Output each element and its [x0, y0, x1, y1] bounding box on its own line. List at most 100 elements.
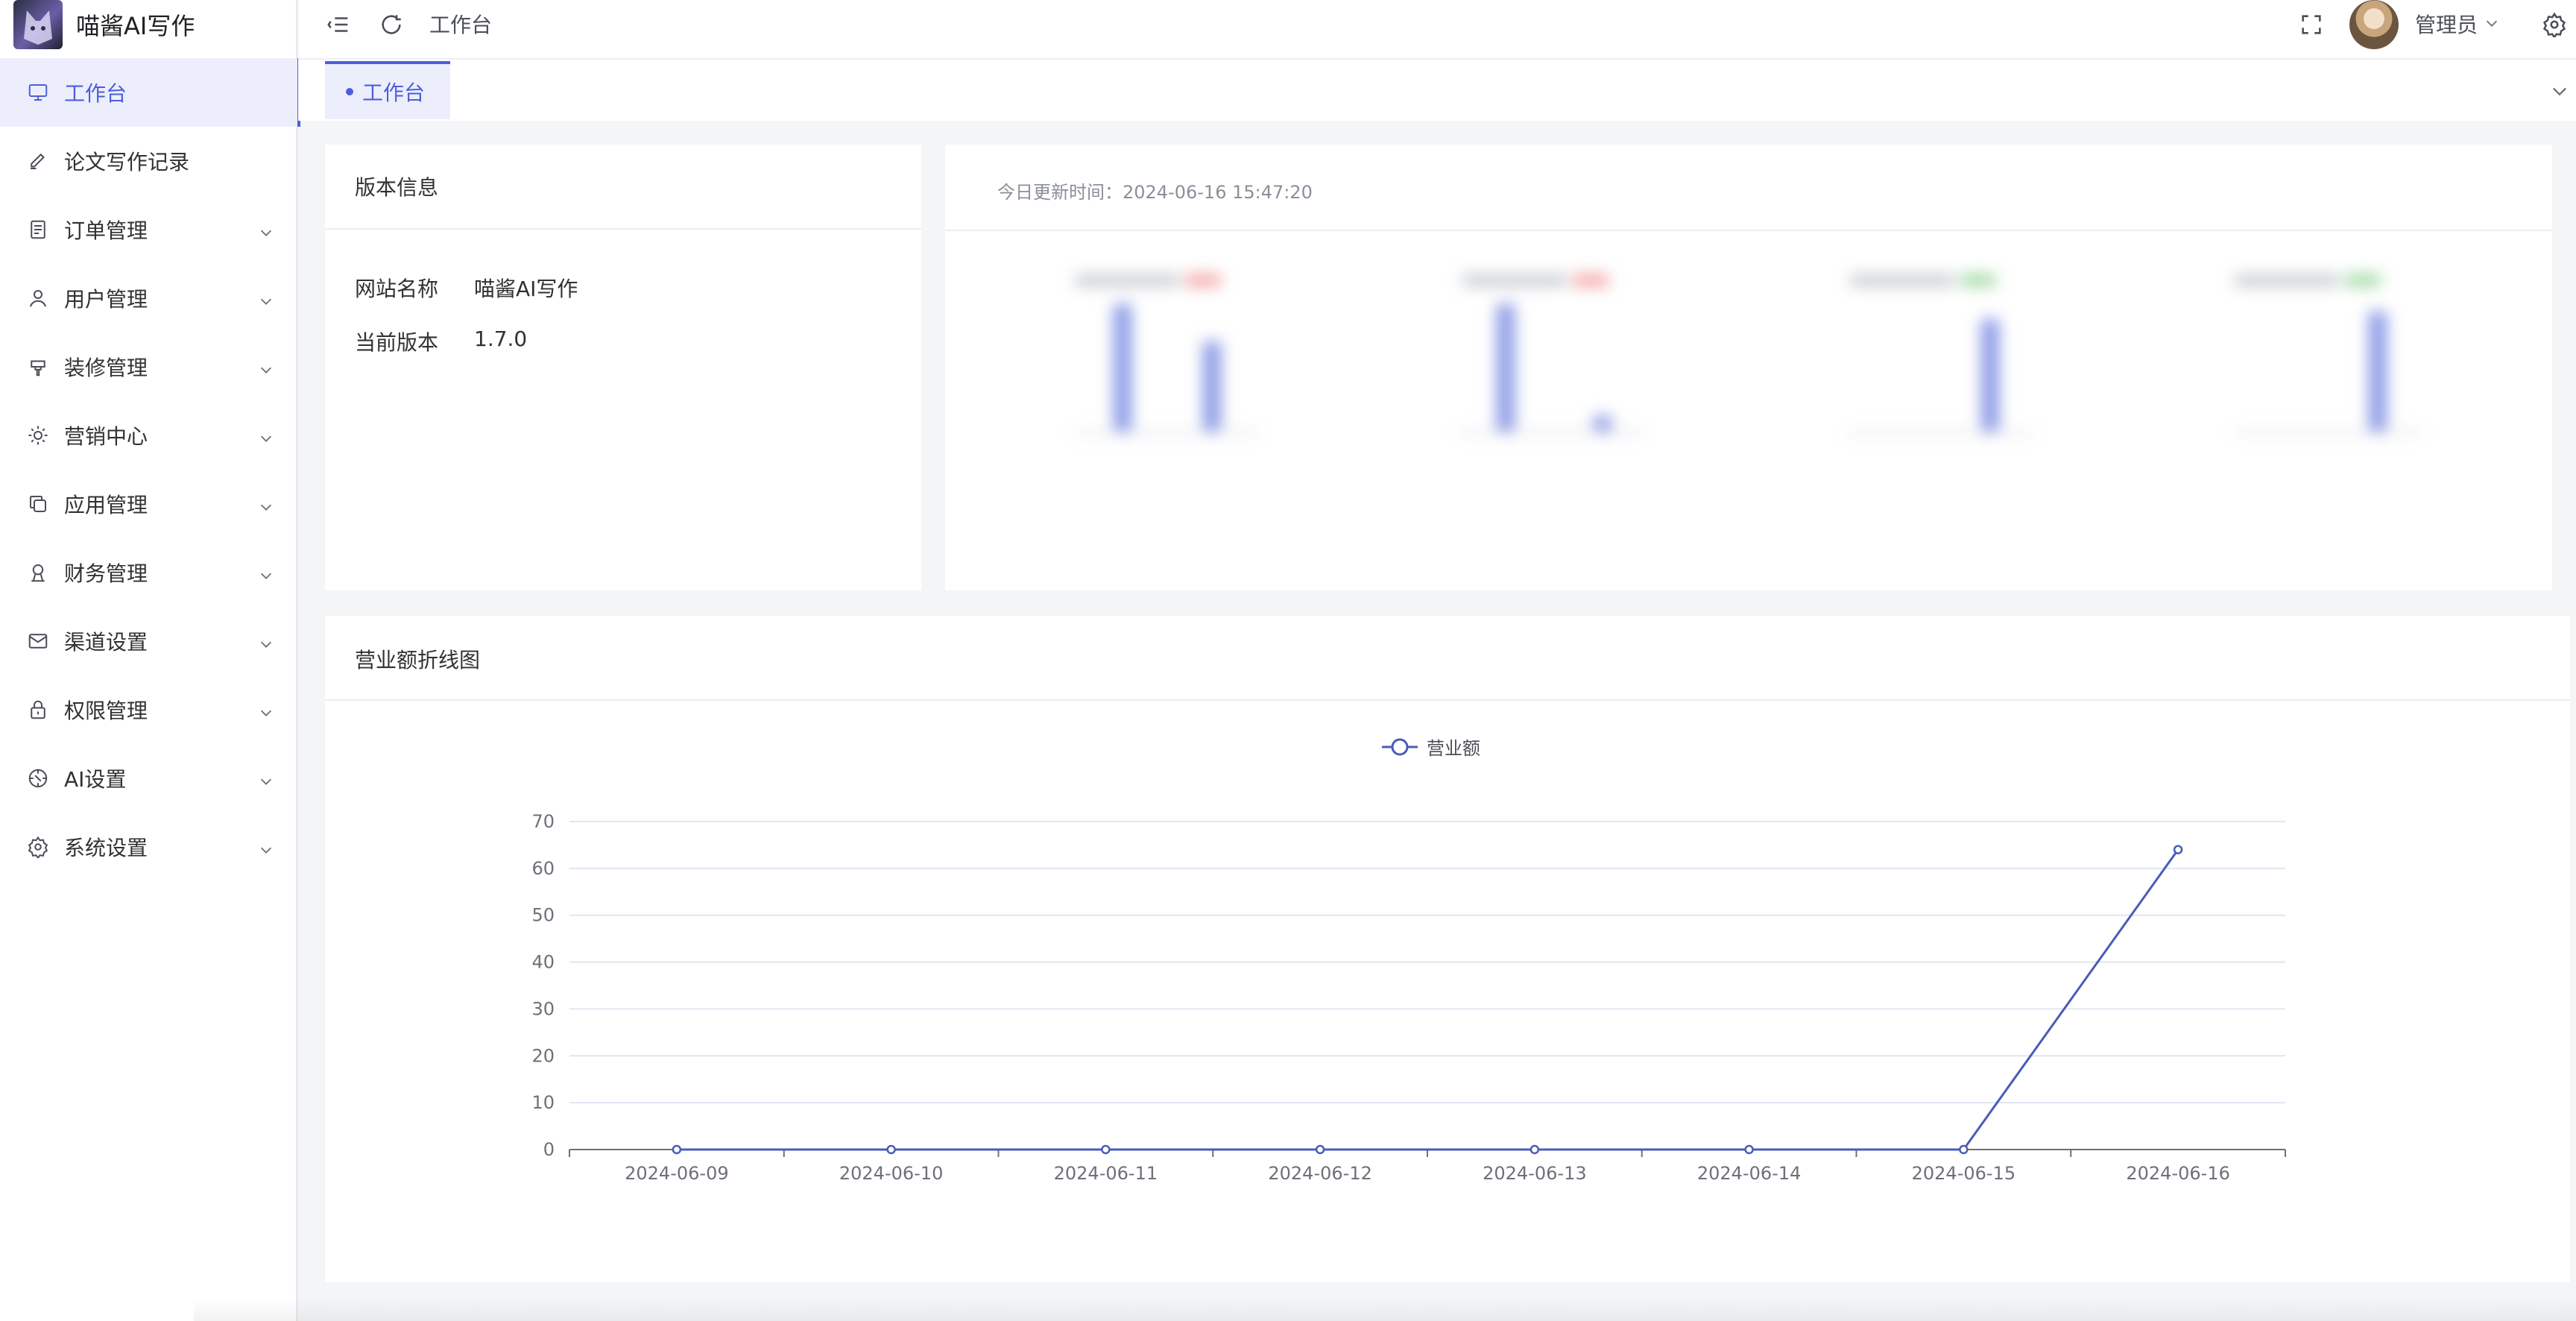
tab-label: 工作台: [362, 81, 426, 105]
blurred-stats: [945, 230, 2552, 505]
blurred-mini-charts: [1072, 274, 2421, 434]
sidebar-item-label: 订单管理: [64, 218, 148, 243]
sidebar-item-10[interactable]: AI设置: [0, 744, 298, 813]
chevron-down-icon: [258, 427, 274, 444]
app-logo: [13, 0, 63, 49]
y-tick-label: 20: [531, 1045, 555, 1066]
document-icon: [27, 218, 49, 241]
fullscreen-icon[interactable]: [2299, 12, 2324, 37]
version-info-card: 版本信息 网站名称 喵酱AI写作 当前版本 1.7.0: [325, 145, 921, 590]
sidebar-item-2[interactable]: 订单管理: [0, 195, 298, 264]
version-value: 1.7.0: [474, 327, 528, 351]
x-tick-label: 2024-06-10: [839, 1163, 943, 1184]
mail-icon: [27, 630, 49, 652]
sidebar-item-label: 财务管理: [64, 561, 148, 586]
sidebar-item-5[interactable]: 营销中心: [0, 401, 298, 470]
top-bar: 工作台 管理员: [298, 0, 2576, 60]
revenue-line-card: 营业额折线图 营业额 0 10 20 30 40 50 60 70 2024-06-09 2024…: [325, 616, 2570, 1282]
x-tick-label: 2024-06-12: [1268, 1163, 1371, 1184]
sidebar-item-1[interactable]: 论文写作记录: [0, 127, 298, 195]
bottom-shadow: [194, 1299, 2576, 1321]
chevron-down-icon: [258, 839, 274, 855]
x-tick-label: 2024-06-09: [625, 1163, 728, 1184]
y-tick-label: 50: [531, 905, 555, 926]
finance-icon: [27, 561, 49, 584]
user-name[interactable]: 管理员: [2415, 9, 2478, 39]
data-point: [2173, 845, 2183, 854]
series-line: [676, 848, 2179, 1151]
sidebar-item-label: 应用管理: [64, 493, 148, 517]
chevron-down-icon: [258, 359, 274, 375]
data-point: [1315, 1144, 1325, 1155]
collapse-menu-icon[interactable]: [326, 12, 352, 37]
sidebar-item-11[interactable]: 系统设置: [0, 813, 298, 881]
sidebar-item-label: 营销中心: [64, 424, 148, 449]
tab-active-dot: [346, 88, 353, 95]
chevron-down-icon: [258, 221, 274, 238]
chevron-down-icon: [258, 633, 274, 649]
copy-icon: [27, 493, 49, 515]
chevron-down-icon[interactable]: [2484, 15, 2500, 31]
refresh-icon[interactable]: [379, 12, 404, 37]
tabs-chevron-down-icon[interactable]: [2549, 81, 2570, 101]
data-point: [1959, 1144, 1969, 1155]
sidebar-item-label: AI设置: [64, 767, 127, 792]
data-point: [1744, 1144, 1754, 1155]
revenue-line-chart: 0 10 20 30 40 50 60 70 2024-06-09 2024-06-10 2024-…: [531, 811, 2286, 1184]
data-point: [672, 1144, 682, 1155]
version-label: 当前版本: [355, 330, 439, 355]
y-tick-label: 0: [543, 1139, 555, 1160]
avatar[interactable]: [2349, 0, 2399, 49]
sidebar-item-9[interactable]: 权限管理: [0, 675, 298, 744]
site-name-label: 网站名称: [355, 277, 439, 301]
version-card-title: 版本信息: [325, 145, 921, 230]
x-tick-label: 2024-06-11: [1054, 1163, 1158, 1184]
x-tick-label: 2024-06-15: [1912, 1163, 2015, 1184]
data-point: [886, 1144, 896, 1155]
sidebar-item-0[interactable]: 工作台: [0, 58, 300, 127]
stats-card: 今日更新时间：2024-06-16 15:47:20: [945, 145, 2552, 590]
sun-icon: [27, 424, 49, 447]
update-time: 今日更新时间：2024-06-16 15:47:20: [997, 182, 1313, 203]
sidebar-menu: 工作台论文写作记录 订单管理用户管理装修管理营销中心应用管理财务管理渠道设置权限管…: [0, 58, 300, 881]
compass-icon: [27, 767, 49, 789]
chevron-down-icon: [258, 496, 274, 512]
y-tick-label: 30: [531, 998, 555, 1019]
chevron-down-icon: [258, 770, 274, 786]
chevron-down-icon: [258, 564, 274, 581]
sidebar: 喵酱AI写作 工作台论文写作记录 订单管理用户管理装修管理营销中心应用管理财务管理…: [0, 0, 300, 1321]
sidebar-item-label: 权限管理: [64, 699, 148, 723]
monitor-icon: [27, 81, 49, 104]
settings-gear-icon[interactable]: [2542, 12, 2567, 40]
gear-icon: [27, 836, 49, 858]
sidebar-item-label: 论文写作记录: [64, 150, 190, 174]
sidebar-item-8[interactable]: 渠道设置: [0, 607, 298, 675]
sidebar-item-6[interactable]: 应用管理: [0, 470, 298, 538]
x-tick-label: 2024-06-13: [1483, 1163, 1586, 1184]
brush-icon: [27, 356, 49, 378]
sidebar-item-label: 渠道设置: [64, 630, 148, 655]
tab-workbench[interactable]: 工作台: [325, 61, 450, 119]
x-tick-label: 2024-06-14: [1697, 1163, 1801, 1184]
data-point: [1101, 1144, 1111, 1155]
logo-row: 喵酱AI写作: [0, 0, 298, 49]
sidebar-item-7[interactable]: 财务管理: [0, 538, 298, 607]
chevron-down-icon: [258, 702, 274, 718]
chevron-down-icon: [258, 290, 274, 306]
lock-icon: [27, 699, 49, 721]
breadcrumb[interactable]: 工作台: [429, 9, 492, 39]
sidebar-item-3[interactable]: 用户管理: [0, 264, 298, 332]
sidebar-item-label: 装修管理: [64, 356, 148, 380]
sidebar-item-4[interactable]: 装修管理: [0, 332, 298, 401]
app-title: 喵酱AI写作: [76, 12, 195, 40]
sidebar-item-label: 工作台: [64, 81, 127, 106]
tabs-bar: 工作台: [298, 60, 2576, 121]
data-point: [1530, 1144, 1540, 1155]
user-icon: [27, 287, 49, 309]
y-tick-label: 10: [531, 1092, 555, 1113]
edit-pen-icon: [27, 150, 49, 172]
x-tick-label: 2024-06-16: [2126, 1163, 2229, 1184]
sidebar-item-label: 用户管理: [64, 287, 148, 312]
y-tick-label: 60: [531, 858, 555, 879]
y-tick-label: 40: [531, 952, 555, 973]
